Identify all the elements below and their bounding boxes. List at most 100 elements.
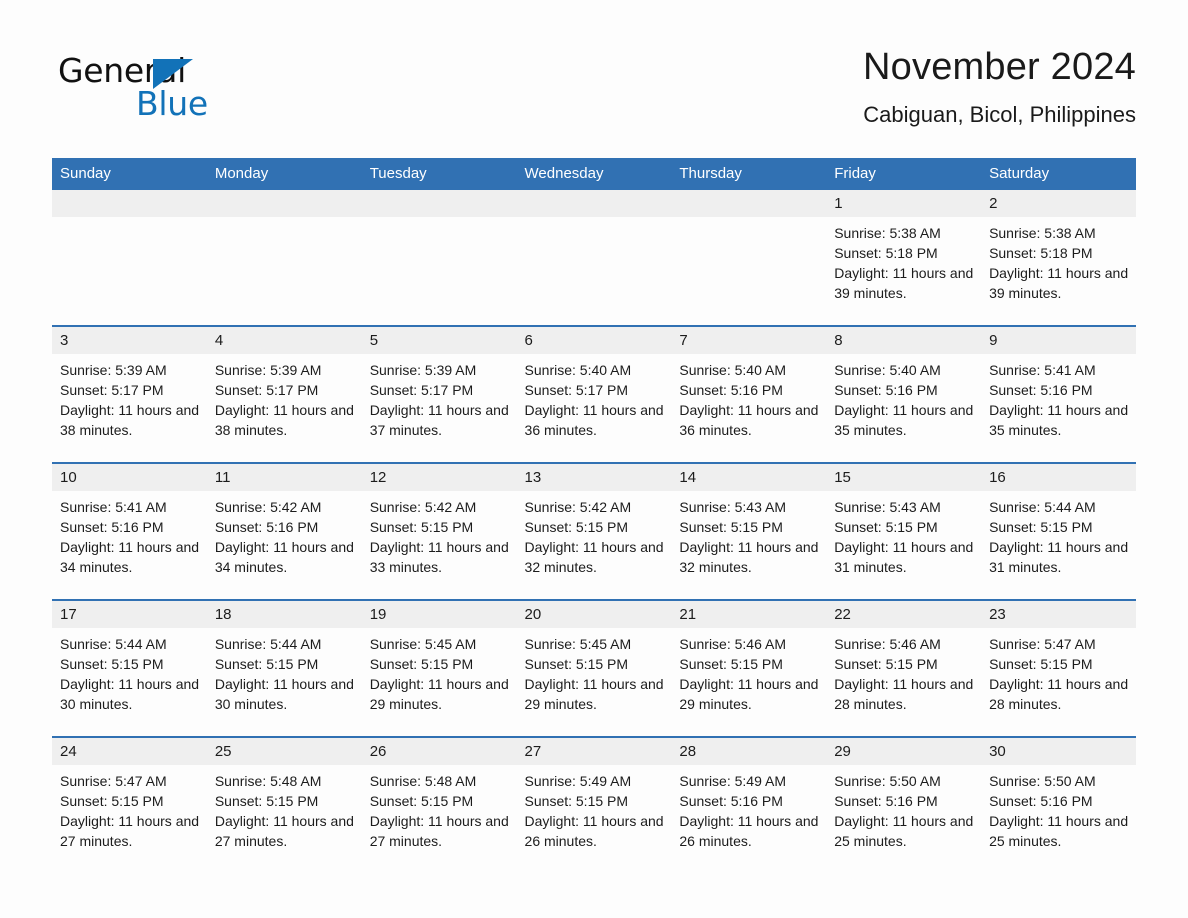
calendar-day-cell[interactable]: 11 Sunrise: 5:42 AM Sunset: 5:16 PM Dayligh… — [206, 462, 362, 600]
calendar-day-cell[interactable]: 14 Sunrise: 5:43 AM Sunset: 5:15 PM Dayligh… — [671, 462, 827, 600]
calendar-day-cell-empty — [671, 190, 827, 326]
calendar-day-cell[interactable]: 22 Sunrise: 5:46 AM Sunset: 5:15 PM Dayligh… — [826, 599, 982, 737]
sunrise-text: Sunrise: 5:38 AM — [989, 225, 1096, 241]
calendar-day-cell[interactable]: 4 Sunrise: 5:39 AM Sunset: 5:17 PM Daylight… — [206, 325, 362, 463]
day-details: Sunrise: 5:43 AM Sunset: 5:15 PM Daylight:… — [826, 491, 981, 577]
sunrise-text: Sunrise: 5:42 AM — [214, 499, 322, 515]
sunset-text: Sunset: 5:15 PM — [524, 656, 629, 672]
calendar-day-cell[interactable]: 17 Sunrise: 5:44 AM Sunset: 5:15 PM Dayligh… — [52, 599, 207, 737]
calendar-day-cell[interactable]: 7 Sunrise: 5:40 AM Sunset: 5:16 PM Daylight… — [671, 325, 827, 463]
calendar-day-cell[interactable]: 8 Sunrise: 5:40 AM Sunset: 5:16 PM Daylight… — [826, 325, 982, 463]
weekday-header-wednesday: Wednesday — [516, 158, 672, 190]
daylight-text: Daylight: 11 hours and 30 minutes. — [214, 676, 354, 712]
daylight-text: Daylight: 11 hours and 36 minutes. — [524, 402, 664, 438]
calendar-day-cell[interactable]: 30 Sunrise: 5:50 AM Sunset: 5:16 PM Dayligh… — [981, 736, 1136, 873]
calendar-day-cell[interactable]: 26 Sunrise: 5:48 AM Sunset: 5:15 PM Dayligh… — [361, 736, 517, 873]
day-details: Sunrise: 5:39 AM Sunset: 5:17 PM Daylight:… — [362, 354, 517, 440]
calendar-week-row: 17 Sunrise: 5:44 AM Sunset: 5:15 PM Dayligh… — [52, 599, 1136, 737]
day-details: Sunrise: 5:40 AM Sunset: 5:17 PM Daylight:… — [517, 354, 672, 440]
day-number: 1 — [826, 190, 982, 217]
sunrise-text: Sunrise: 5:44 AM — [60, 636, 167, 652]
calendar-day-cell[interactable]: 6 Sunrise: 5:40 AM Sunset: 5:17 PM Daylight… — [516, 325, 672, 463]
daylight-text: Daylight: 11 hours and 26 minutes. — [524, 813, 664, 849]
sunset-text: Sunset: 5:16 PM — [834, 793, 938, 809]
day-number — [206, 190, 362, 217]
calendar-day-cell[interactable]: 13 Sunrise: 5:42 AM Sunset: 5:15 PM Dayligh… — [516, 462, 672, 600]
daylight-text: Daylight: 11 hours and 27 minutes. — [60, 813, 200, 849]
sunset-text: Sunset: 5:16 PM — [989, 382, 1093, 398]
calendar-week-row: 10 Sunrise: 5:41 AM Sunset: 5:16 PM Dayligh… — [52, 462, 1136, 600]
calendar-day-cell[interactable]: 3 Sunrise: 5:39 AM Sunset: 5:17 PM Daylight… — [52, 325, 207, 463]
sunrise-text: Sunrise: 5:46 AM — [834, 636, 941, 652]
sunrise-text: Sunrise: 5:44 AM — [214, 636, 322, 652]
calendar-day-cell[interactable]: 15 Sunrise: 5:43 AM Sunset: 5:15 PM Dayligh… — [826, 462, 982, 600]
day-number: 20 — [516, 601, 672, 628]
day-number: 10 — [52, 464, 207, 491]
calendar-day-cell[interactable]: 5 Sunrise: 5:39 AM Sunset: 5:17 PM Daylight… — [361, 325, 517, 463]
daylight-text: Daylight: 11 hours and 34 minutes. — [60, 539, 200, 575]
calendar-day-cell[interactable]: 9 Sunrise: 5:41 AM Sunset: 5:16 PM Daylight… — [981, 325, 1136, 463]
sunrise-text: Sunrise: 5:41 AM — [60, 499, 167, 515]
calendar-day-cell[interactable]: 27 Sunrise: 5:49 AM Sunset: 5:15 PM Dayligh… — [516, 736, 672, 873]
page-title: November 2024 — [863, 46, 1136, 88]
day-details: Sunrise: 5:40 AM Sunset: 5:16 PM Daylight:… — [671, 354, 826, 440]
calendar-week-row: 1 Sunrise: 5:38 AM Sunset: 5:18 PM Daylight… — [52, 190, 1136, 326]
daylight-text: Daylight: 11 hours and 35 minutes. — [834, 402, 974, 438]
sunrise-text: Sunrise: 5:40 AM — [524, 362, 632, 378]
day-number: 28 — [671, 738, 827, 765]
calendar-week-row: 24 Sunrise: 5:47 AM Sunset: 5:15 PM Dayligh… — [52, 736, 1136, 873]
calendar-day-cell[interactable]: 1 Sunrise: 5:38 AM Sunset: 5:18 PM Daylight… — [826, 190, 982, 326]
calendar-day-cell[interactable]: 12 Sunrise: 5:42 AM Sunset: 5:15 PM Dayligh… — [361, 462, 517, 600]
day-details: Sunrise: 5:39 AM Sunset: 5:17 PM Daylight:… — [52, 354, 207, 440]
day-details: Sunrise: 5:41 AM Sunset: 5:16 PM Daylight:… — [52, 491, 207, 577]
sunset-text: Sunset: 5:18 PM — [834, 245, 938, 261]
calendar-day-cell[interactable]: 2 Sunrise: 5:38 AM Sunset: 5:18 PM Daylight… — [981, 190, 1136, 326]
calendar-day-cell[interactable]: 10 Sunrise: 5:41 AM Sunset: 5:16 PM Dayligh… — [52, 462, 207, 600]
calendar-day-cell[interactable]: 23 Sunrise: 5:47 AM Sunset: 5:15 PM Dayligh… — [981, 599, 1136, 737]
sunset-text: Sunset: 5:15 PM — [834, 656, 938, 672]
calendar-day-cell-empty — [52, 190, 207, 326]
day-details: Sunrise: 5:45 AM Sunset: 5:15 PM Daylight:… — [517, 628, 672, 714]
day-number: 23 — [981, 601, 1136, 628]
calendar-day-cell[interactable]: 21 Sunrise: 5:46 AM Sunset: 5:15 PM Dayligh… — [671, 599, 827, 737]
day-details: Sunrise: 5:47 AM Sunset: 5:15 PM Daylight:… — [52, 765, 207, 851]
sunrise-sunset-calendar: Sunday Monday Tuesday Wednesday Thursday… — [52, 158, 1136, 873]
brand-logo[interactable]: General Blue — [58, 54, 288, 134]
day-number: 6 — [516, 327, 672, 354]
sunrise-text: Sunrise: 5:49 AM — [679, 773, 786, 789]
calendar-day-cell[interactable]: 29 Sunrise: 5:50 AM Sunset: 5:16 PM Dayligh… — [826, 736, 982, 873]
daylight-text: Daylight: 11 hours and 30 minutes. — [60, 676, 200, 712]
sunset-text: Sunset: 5:17 PM — [214, 382, 319, 398]
calendar-day-cell[interactable]: 28 Sunrise: 5:49 AM Sunset: 5:16 PM Dayligh… — [671, 736, 827, 873]
day-number: 5 — [361, 327, 517, 354]
daylight-text: Daylight: 11 hours and 32 minutes. — [679, 539, 819, 575]
sunset-text: Sunset: 5:15 PM — [369, 656, 474, 672]
weekday-header-saturday: Saturday — [981, 158, 1136, 190]
day-number: 12 — [361, 464, 517, 491]
day-number: 29 — [826, 738, 982, 765]
sunrise-text: Sunrise: 5:40 AM — [679, 362, 786, 378]
calendar-day-cell[interactable]: 24 Sunrise: 5:47 AM Sunset: 5:15 PM Dayligh… — [52, 736, 207, 873]
calendar-day-cell[interactable]: 25 Sunrise: 5:48 AM Sunset: 5:15 PM Dayligh… — [206, 736, 362, 873]
sunrise-text: Sunrise: 5:48 AM — [214, 773, 322, 789]
calendar-day-cell[interactable]: 19 Sunrise: 5:45 AM Sunset: 5:15 PM Dayligh… — [361, 599, 517, 737]
day-details: Sunrise: 5:44 AM Sunset: 5:15 PM Daylight:… — [207, 628, 362, 714]
day-number: 14 — [671, 464, 827, 491]
daylight-text: Daylight: 11 hours and 26 minutes. — [679, 813, 819, 849]
daylight-text: Daylight: 11 hours and 29 minutes. — [369, 676, 509, 712]
day-details: Sunrise: 5:42 AM Sunset: 5:15 PM Daylight:… — [362, 491, 517, 577]
weekday-header-sunday: Sunday — [52, 158, 207, 190]
day-number — [361, 190, 517, 217]
day-details: Sunrise: 5:40 AM Sunset: 5:16 PM Daylight:… — [826, 354, 981, 440]
day-details: Sunrise: 5:44 AM Sunset: 5:15 PM Daylight:… — [52, 628, 207, 714]
daylight-text: Daylight: 11 hours and 33 minutes. — [369, 539, 509, 575]
calendar-day-cell[interactable]: 18 Sunrise: 5:44 AM Sunset: 5:15 PM Dayligh… — [206, 599, 362, 737]
calendar-day-cell[interactable]: 16 Sunrise: 5:44 AM Sunset: 5:15 PM Dayligh… — [981, 462, 1136, 600]
day-number: 7 — [671, 327, 827, 354]
day-number — [52, 190, 207, 217]
calendar-day-cell[interactable]: 20 Sunrise: 5:45 AM Sunset: 5:15 PM Dayligh… — [516, 599, 672, 737]
sunset-text: Sunset: 5:15 PM — [679, 656, 783, 672]
title-block: November 2024 Cabiguan, Bicol, Philippin… — [863, 44, 1136, 130]
daylight-text: Daylight: 11 hours and 38 minutes. — [214, 402, 354, 438]
sunrise-text: Sunrise: 5:49 AM — [524, 773, 632, 789]
